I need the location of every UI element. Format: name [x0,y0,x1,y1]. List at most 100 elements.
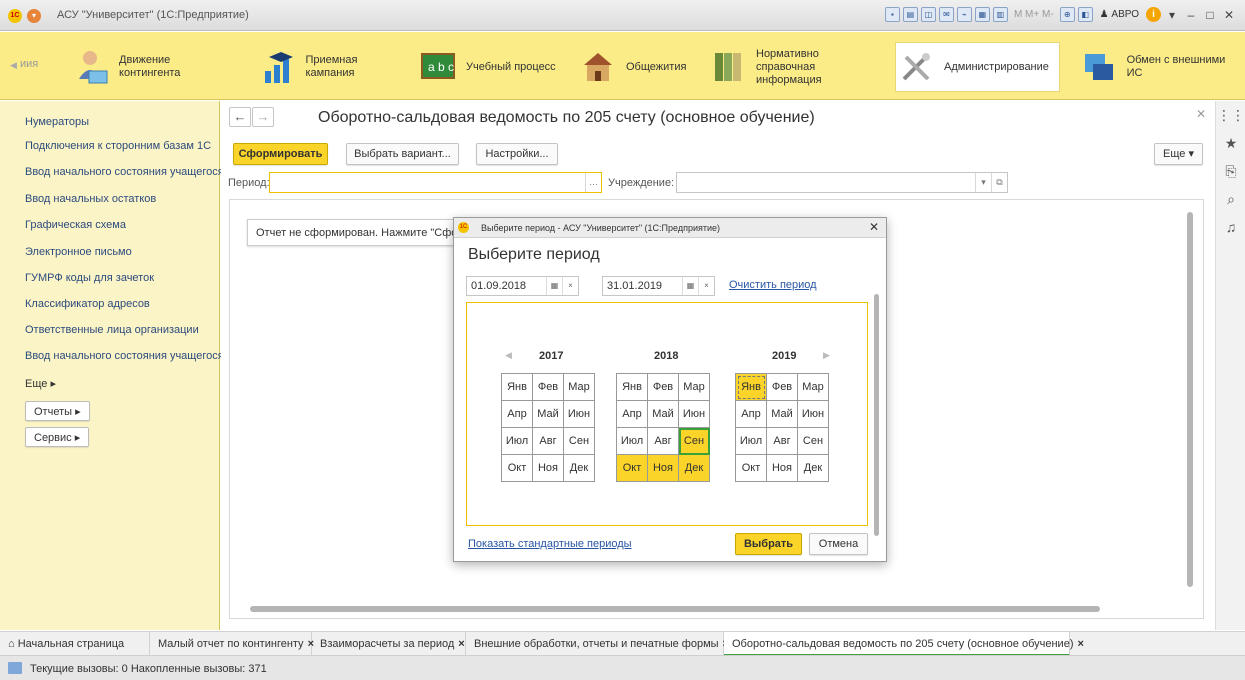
section-reference[interactable]: Нормативно справочная информация [708,42,888,92]
next-year-icon[interactable]: ▶ [823,350,830,361]
month-cell[interactable]: Апр [736,401,767,428]
period-field[interactable]: … [269,172,602,193]
nav-item-initial-balances[interactable]: Ввод начальных остатков [25,193,156,205]
maximize-icon[interactable]: □ [1202,8,1218,22]
month-cell[interactable]: Сен [679,428,710,455]
month-cell[interactable]: Фев [767,374,798,401]
back-button[interactable]: ← [229,107,251,127]
user-name[interactable]: ♟ АВРО [1100,9,1139,20]
month-cell[interactable]: Июн [679,401,710,428]
nav-item-external-bases[interactable]: Подключения к сторонним базам 1С [25,140,211,152]
calculator-icon[interactable]: ▦ [974,7,990,22]
month-cell[interactable]: Май [648,401,679,428]
month-cell[interactable]: Дек [679,455,710,482]
prev-year-icon[interactable]: ◀ [505,350,512,361]
favorites-star-icon[interactable]: ★ [1216,135,1245,152]
horizontal-scrollbar[interactable] [250,606,1100,612]
month-cell[interactable]: Ноя [648,455,679,482]
section-clipped[interactable]: иия [20,58,38,70]
info-icon[interactable]: i [1146,7,1161,22]
month-cell[interactable]: Сен [798,428,829,455]
vertical-scrollbar[interactable] [1187,212,1193,587]
preview-icon[interactable]: ◫ [920,7,936,22]
month-cell[interactable]: Сен [564,428,595,455]
panels-icon[interactable]: ◧ [1077,7,1093,22]
clear-period-link[interactable]: Очистить период [729,279,817,291]
tab-contingent-report[interactable]: Малый отчет по контингенту × [150,632,314,656]
month-cell[interactable]: Июн [798,401,829,428]
settings-button[interactable]: Настройки... [476,143,558,165]
close-window-icon[interactable]: ✕ [1221,8,1237,22]
month-cell[interactable]: Янв [736,374,767,401]
month-cell[interactable]: Авг [533,428,564,455]
calendar-icon[interactable]: ▦ [546,277,562,295]
month-cell[interactable]: Ноя [533,455,564,482]
section-contingent[interactable]: Движение контингента [72,42,232,92]
scroll-left-icon[interactable]: ◀ [10,60,17,71]
month-cell[interactable]: Апр [502,401,533,428]
month-cell[interactable]: Авг [767,428,798,455]
date-to-field[interactable]: 31.01.2019 ▦ × [602,276,715,296]
memory-buttons[interactable]: M M+ M- [1014,9,1054,20]
notification-bell-icon[interactable]: ♫ [1216,219,1245,235]
nav-item-gumrf-codes[interactable]: ГУМРФ коды для зачеток [25,272,154,284]
dialog-scrollbar[interactable] [874,294,879,536]
section-exchange[interactable]: Обмен с внешними ИС [1080,42,1240,92]
dialog-close-icon[interactable]: ✕ [869,220,879,234]
cancel-button[interactable]: Отмена [809,533,868,555]
dropdown-icon[interactable]: ▾ [1164,8,1180,22]
month-cell[interactable]: Окт [736,455,767,482]
close-tab-icon[interactable]: × [1077,638,1083,650]
select-variant-button[interactable]: Выбрать вариант... [346,143,459,165]
month-cell[interactable]: Янв [617,374,648,401]
month-cell[interactable]: Ноя [767,455,798,482]
tab-home[interactable]: ⌂ Начальная страница [0,632,150,656]
nav-item-student-initial-2[interactable]: Ввод начального состояния учащегося [25,350,224,362]
minimize-icon[interactable]: – [1183,8,1199,22]
period-select-button[interactable]: … [585,173,601,192]
forward-button[interactable]: → [252,107,274,127]
clear-date-icon[interactable]: × [698,277,714,295]
close-tab-icon[interactable]: × [458,638,464,650]
functions-menu-icon[interactable]: ⋮⋮ [1216,107,1245,124]
month-cell[interactable]: Фев [533,374,564,401]
print-icon[interactable]: ▤ [902,7,918,22]
mail-icon[interactable]: ✉ [938,7,954,22]
date-from-field[interactable]: 01.09.2018 ▦ × [466,276,579,296]
month-cell[interactable]: Май [533,401,564,428]
main-menu-icon[interactable]: ▾ [27,9,41,23]
calendar-icon[interactable]: ▦ [682,277,698,295]
org-dropdown-icon[interactable]: ▾ [975,173,991,192]
clear-date-icon[interactable]: × [562,277,578,295]
nav-item-graphic-scheme[interactable]: Графическая схема [25,219,126,231]
more-button[interactable]: Еще ▾ [1154,143,1203,165]
month-cell[interactable]: Дек [564,455,595,482]
month-cell[interactable]: Июл [617,428,648,455]
search-icon[interactable]: ⌕ [1216,191,1245,208]
save-icon[interactable]: ▪ [884,7,900,22]
month-cell[interactable]: Мар [798,374,829,401]
month-cell[interactable]: Май [767,401,798,428]
standard-periods-link[interactable]: Показать стандартные периоды [468,538,632,550]
month-cell[interactable]: Апр [617,401,648,428]
month-cell[interactable]: Июн [564,401,595,428]
select-button[interactable]: Выбрать [735,533,802,555]
nav-group-reports[interactable]: Отчеты ▸ [25,401,90,421]
nav-more[interactable]: Еще ▸ [25,377,56,390]
section-dormitory[interactable]: Общежития [578,42,693,92]
tab-external-processing[interactable]: Внешние обработки, отчеты и печатные фор… [466,632,729,656]
nav-item-student-initial[interactable]: Ввод начального состояния учащегося [25,166,224,178]
org-open-icon[interactable]: ⧉ [991,173,1007,192]
close-form-icon[interactable]: ✕ [1196,107,1206,121]
month-cell[interactable]: Июл [502,428,533,455]
org-field[interactable]: ▾ ⧉ [676,172,1008,193]
zoom-icon[interactable]: ⊕ [1059,7,1075,22]
month-cell[interactable]: Июл [736,428,767,455]
month-cell[interactable]: Мар [564,374,595,401]
history-icon[interactable]: ⎘ [1216,163,1245,180]
section-study[interactable]: a b c Учебный процесс [418,42,563,92]
month-cell[interactable]: Окт [502,455,533,482]
section-admission[interactable]: Приемная кампания [258,42,408,92]
link-icon[interactable]: ⌁ [956,7,972,22]
nav-item-address-classifier[interactable]: Классификатор адресов [25,298,150,310]
